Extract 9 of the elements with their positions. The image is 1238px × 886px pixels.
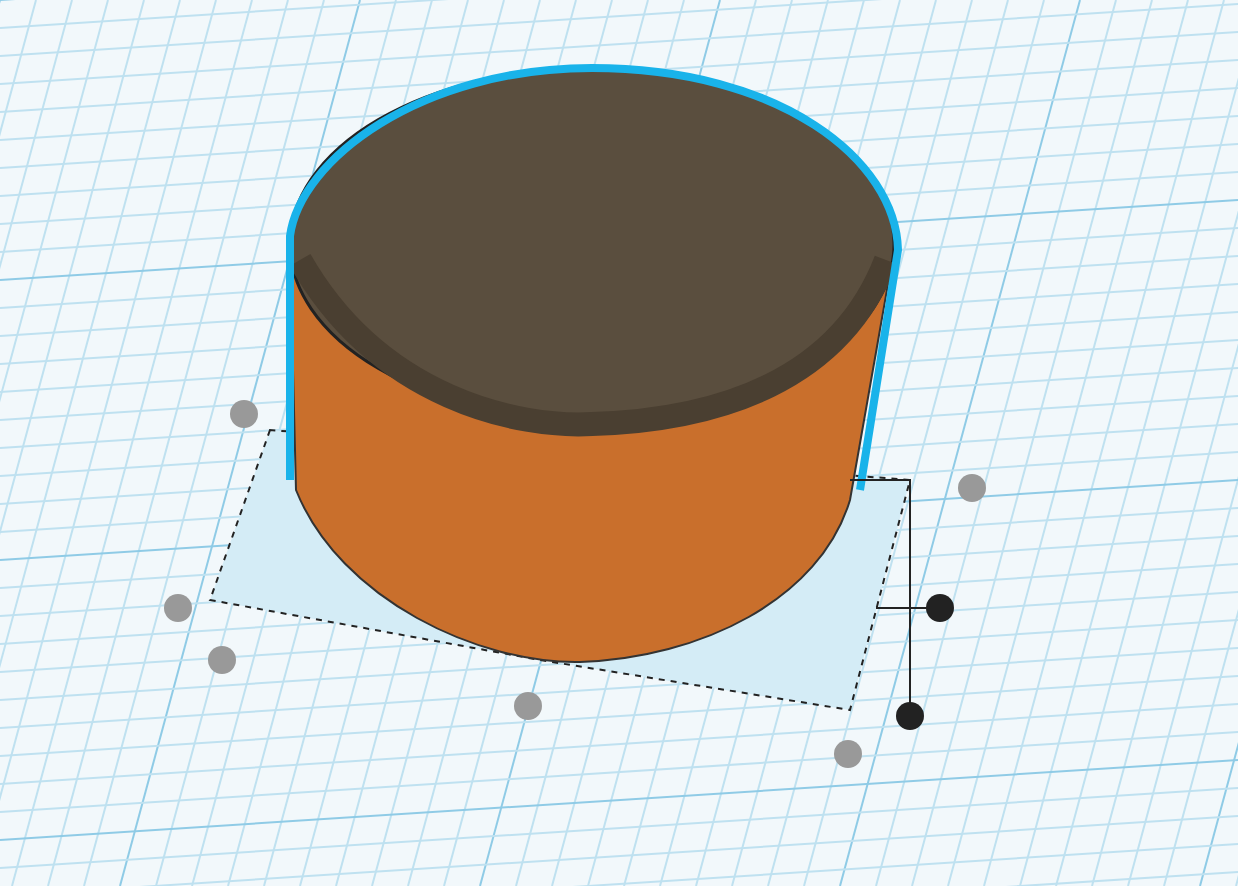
cylinder-drawing[interactable] [288,66,897,663]
resize-handle[interactable] [958,474,986,502]
resize-handle[interactable] [514,692,542,720]
height-handle[interactable] [896,702,924,730]
height-handle[interactable] [926,594,954,622]
resize-handle[interactable] [230,400,258,428]
resize-handle[interactable] [834,740,862,768]
resize-handle[interactable] [164,594,192,622]
resize-handle[interactable] [208,646,236,674]
